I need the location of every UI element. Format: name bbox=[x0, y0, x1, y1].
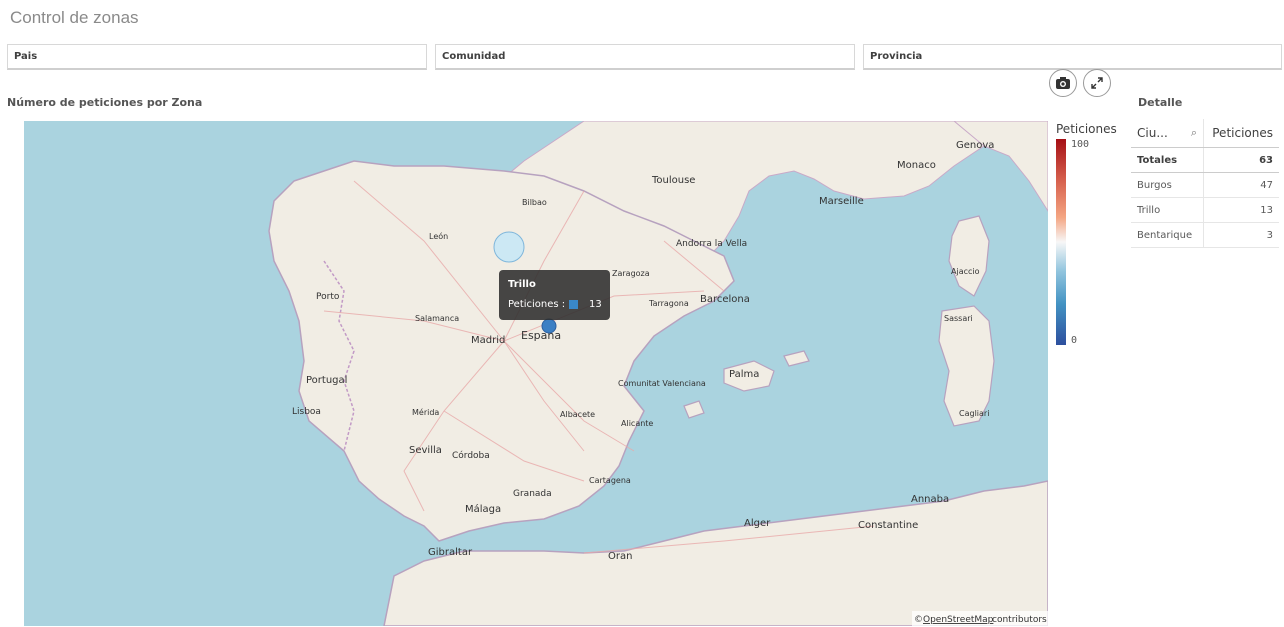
tooltip-value: 13 bbox=[589, 299, 602, 310]
label-constantine: Constantine bbox=[858, 520, 918, 531]
tooltip-title: Trillo bbox=[508, 279, 536, 290]
column-header-peticiones[interactable]: Peticiones bbox=[1203, 119, 1279, 148]
label-gibraltar: Gibraltar bbox=[428, 547, 473, 558]
label-cartagena: Cartagena bbox=[589, 476, 631, 485]
column-header-city-label: Ciu... bbox=[1137, 126, 1168, 140]
label-annaba: Annaba bbox=[911, 494, 949, 505]
label-alicante: Alicante bbox=[621, 419, 653, 428]
label-marseille: Marseille bbox=[819, 196, 864, 207]
tooltip-swatch bbox=[569, 300, 578, 309]
table-cell-value: 47 bbox=[1203, 172, 1279, 198]
label-spain: España bbox=[521, 329, 561, 342]
filter-pais[interactable]: Pais bbox=[7, 44, 427, 70]
marker-trillo[interactable] bbox=[541, 318, 557, 334]
attribution-link[interactable]: OpenStreetMap bbox=[923, 615, 994, 625]
label-zaragoza: Zaragoza bbox=[612, 269, 650, 278]
column-header-city[interactable]: Ciu... ⌕ bbox=[1131, 119, 1204, 148]
map-title: Número de peticiones por Zona bbox=[7, 96, 203, 109]
label-albacete: Albacete bbox=[560, 410, 595, 419]
fullscreen-button[interactable] bbox=[1083, 69, 1111, 97]
totals-row: Totales 63 bbox=[1131, 147, 1279, 173]
attribution-prefix: © bbox=[914, 615, 923, 625]
expand-icon bbox=[1091, 77, 1103, 89]
marker-burgos[interactable] bbox=[493, 231, 525, 263]
table-row[interactable]: Trillo 13 bbox=[1131, 197, 1279, 223]
label-portugal: Portugal bbox=[306, 375, 347, 386]
detail-table: Ciu... ⌕ Peticiones Totales 63 Burgos 47… bbox=[1131, 119, 1279, 248]
label-leon: León bbox=[429, 231, 448, 241]
map-tooltip: Trillo Peticiones : 13 bbox=[499, 270, 610, 320]
menorca-land bbox=[783, 350, 810, 367]
map-area[interactable]: España Madrid Portugal Lisboa Porto Barc… bbox=[24, 121, 1048, 626]
ibiza-land bbox=[683, 400, 705, 419]
label-palma: Palma bbox=[729, 369, 759, 380]
label-toulouse: Toulouse bbox=[651, 175, 695, 186]
search-icon[interactable]: ⌕ bbox=[1191, 126, 1197, 140]
snapshot-button[interactable] bbox=[1049, 69, 1077, 97]
filter-comunidad-label: Comunidad bbox=[442, 51, 506, 62]
totals-value: 63 bbox=[1203, 147, 1279, 173]
label-ajaccio: Ajaccio bbox=[951, 267, 980, 276]
label-salamanca: Salamanca bbox=[415, 314, 459, 323]
filter-provincia[interactable]: Provincia bbox=[863, 44, 1282, 70]
column-header-peticiones-label: Peticiones bbox=[1212, 126, 1273, 140]
table-cell-city: Bentarique bbox=[1131, 222, 1204, 248]
label-sevilla: Sevilla bbox=[409, 445, 442, 456]
filter-provincia-label: Provincia bbox=[870, 51, 923, 62]
label-sassari: Sassari bbox=[944, 314, 973, 323]
label-granada: Granada bbox=[513, 489, 552, 499]
label-lisboa: Lisboa bbox=[292, 407, 321, 417]
tooltip-label: Peticiones : bbox=[508, 299, 566, 310]
filter-comunidad[interactable]: Comunidad bbox=[435, 44, 855, 70]
label-malaga: Málaga bbox=[465, 503, 501, 515]
attribution-suffix: contributors bbox=[992, 615, 1047, 625]
label-cagliari: Cagliari bbox=[959, 409, 989, 418]
table-row[interactable]: Burgos 47 bbox=[1131, 172, 1279, 198]
label-valencia: Comunitat Valenciana bbox=[618, 379, 706, 388]
label-monaco: Monaco bbox=[897, 160, 936, 171]
legend-title: Peticiones bbox=[1056, 122, 1117, 136]
label-andorra: Andorra la Vella bbox=[676, 239, 747, 249]
label-porto: Porto bbox=[316, 292, 340, 302]
label-alger: Alger bbox=[744, 518, 771, 529]
label-merida: Mérida bbox=[412, 407, 439, 417]
legend-color-bar bbox=[1056, 139, 1066, 345]
detail-title: Detalle bbox=[1138, 96, 1183, 109]
filter-pais-label: Pais bbox=[14, 51, 38, 62]
legend-min: 0 bbox=[1071, 335, 1078, 346]
table-cell-value: 13 bbox=[1203, 197, 1279, 223]
table-cell-value: 3 bbox=[1203, 222, 1279, 248]
table-cell-city: Trillo bbox=[1131, 197, 1204, 223]
app-title: Control de zonas bbox=[10, 8, 139, 27]
sardinia-land bbox=[938, 305, 995, 427]
legend-max: 100 bbox=[1071, 139, 1090, 150]
totals-label: Totales bbox=[1131, 147, 1204, 173]
label-genova: Genova bbox=[956, 140, 994, 151]
camera-icon bbox=[1056, 77, 1070, 89]
label-barcelona: Barcelona bbox=[700, 294, 750, 305]
label-madrid: Madrid bbox=[471, 335, 505, 346]
corsica-land bbox=[948, 215, 990, 297]
table-cell-city: Burgos bbox=[1131, 172, 1204, 198]
label-tarragona: Tarragona bbox=[648, 299, 689, 308]
table-row[interactable]: Bentarique 3 bbox=[1131, 222, 1279, 248]
label-cordoba: Córdoba bbox=[452, 450, 490, 461]
label-bilbao: Bilbao bbox=[522, 198, 547, 207]
label-oran: Oran bbox=[608, 551, 632, 562]
